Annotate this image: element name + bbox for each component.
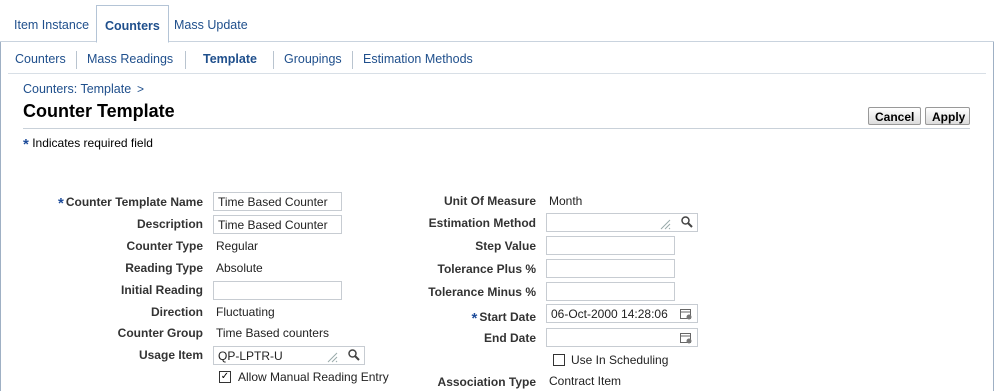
resize-corner-icon <box>327 352 338 363</box>
description-input[interactable]: Time Based Counter <box>213 215 342 234</box>
tab-bar: Item Instance Counters Mass Update <box>0 0 994 43</box>
subnav-divider <box>76 51 77 69</box>
subnav-template[interactable]: Template <box>203 52 257 66</box>
required-star: * <box>471 310 478 327</box>
counter-template-name-label: * Counter Template Name <box>58 195 203 212</box>
breadcrumb-link[interactable]: Counters: Template <box>23 82 131 96</box>
subnav-divider <box>273 51 274 69</box>
tab-mass-update[interactable]: Mass Update <box>166 8 256 42</box>
tolerance-minus-label: Tolerance Minus % <box>428 285 536 299</box>
calendar-icon[interactable] <box>679 331 693 345</box>
usage-item-value: QP-LPTR-U <box>218 349 283 363</box>
unit-of-measure-value: Month <box>549 194 583 208</box>
search-icon[interactable] <box>347 348 361 362</box>
required-star: * <box>58 195 64 212</box>
tolerance-minus-input[interactable] <box>546 282 675 301</box>
use-in-scheduling-label: Use In Scheduling <box>571 353 669 367</box>
step-value-label: Step Value <box>475 239 536 253</box>
apply-button[interactable]: Apply <box>925 107 970 125</box>
start-date-input[interactable]: 06-Oct-2000 14:28:06 <box>546 304 698 323</box>
description-label: Description <box>136 217 203 231</box>
tab-counters[interactable]: Counters <box>96 5 169 43</box>
subnav-estimation-methods[interactable]: Estimation Methods <box>363 52 473 66</box>
end-date-label: End Date <box>483 331 536 345</box>
allow-manual-reading-checkbox[interactable]: ✓ <box>219 371 231 383</box>
association-type-value: Contract Item <box>549 374 622 388</box>
unit-of-measure-label: Unit Of Measure <box>443 194 536 208</box>
usage-item-label: Usage Item <box>138 348 203 362</box>
subnav-mass-readings[interactable]: Mass Readings <box>87 52 173 66</box>
direction-value: Fluctuating <box>216 305 275 319</box>
tab-item-instance[interactable]: Item Instance <box>6 8 97 42</box>
usage-item-input[interactable]: QP-LPTR-U <box>213 346 365 365</box>
search-icon[interactable] <box>680 215 694 229</box>
direction-label: Direction <box>150 305 203 319</box>
counter-type-value: Regular <box>216 239 259 253</box>
initial-reading-input[interactable] <box>213 281 342 300</box>
title-divider <box>23 128 970 129</box>
counter-template-name-input[interactable]: Time Based Counter <box>213 192 342 211</box>
subnav-divider <box>352 51 353 69</box>
subnav-counters[interactable]: Counters <box>15 52 66 66</box>
association-type-label: Association Type <box>437 375 536 389</box>
required-note-text: Indicates required field <box>32 136 153 150</box>
counter-group-value: Time Based counters <box>216 326 329 340</box>
start-date-value: 06-Oct-2000 14:28:06 <box>551 307 668 321</box>
tolerance-plus-input[interactable] <box>546 259 675 278</box>
initial-reading-label: Initial Reading <box>120 283 203 297</box>
subnav-divider <box>185 51 186 69</box>
calendar-icon[interactable] <box>679 307 693 321</box>
reading-type-value: Absolute <box>216 261 263 275</box>
use-in-scheduling-checkbox[interactable] <box>553 354 565 366</box>
resize-corner-icon <box>660 219 671 230</box>
cancel-button[interactable]: Cancel <box>868 107 921 125</box>
reading-type-label: Reading Type <box>125 261 203 275</box>
tolerance-plus-label: Tolerance Plus % <box>437 262 536 276</box>
counter-group-label: Counter Group <box>117 326 203 340</box>
step-value-input[interactable] <box>546 236 675 255</box>
estimation-method-input[interactable] <box>546 213 698 232</box>
allow-manual-reading-label: Allow Manual Reading Entry <box>238 370 389 384</box>
page-title: Counter Template <box>23 101 175 121</box>
start-date-label: * Start Date <box>471 310 536 327</box>
end-date-input[interactable] <box>546 328 698 347</box>
counter-type-label: Counter Type <box>126 239 203 253</box>
estimation-method-label: Estimation Method <box>428 216 536 230</box>
subnav-divider-line <box>8 73 986 74</box>
breadcrumb-separator: > <box>137 82 145 96</box>
required-star: * <box>23 136 29 153</box>
required-field-note: * Indicates required field <box>23 134 153 153</box>
sub-navigation: Counters Mass Readings Template Grouping… <box>0 48 994 72</box>
subnav-groupings[interactable]: Groupings <box>284 52 342 66</box>
